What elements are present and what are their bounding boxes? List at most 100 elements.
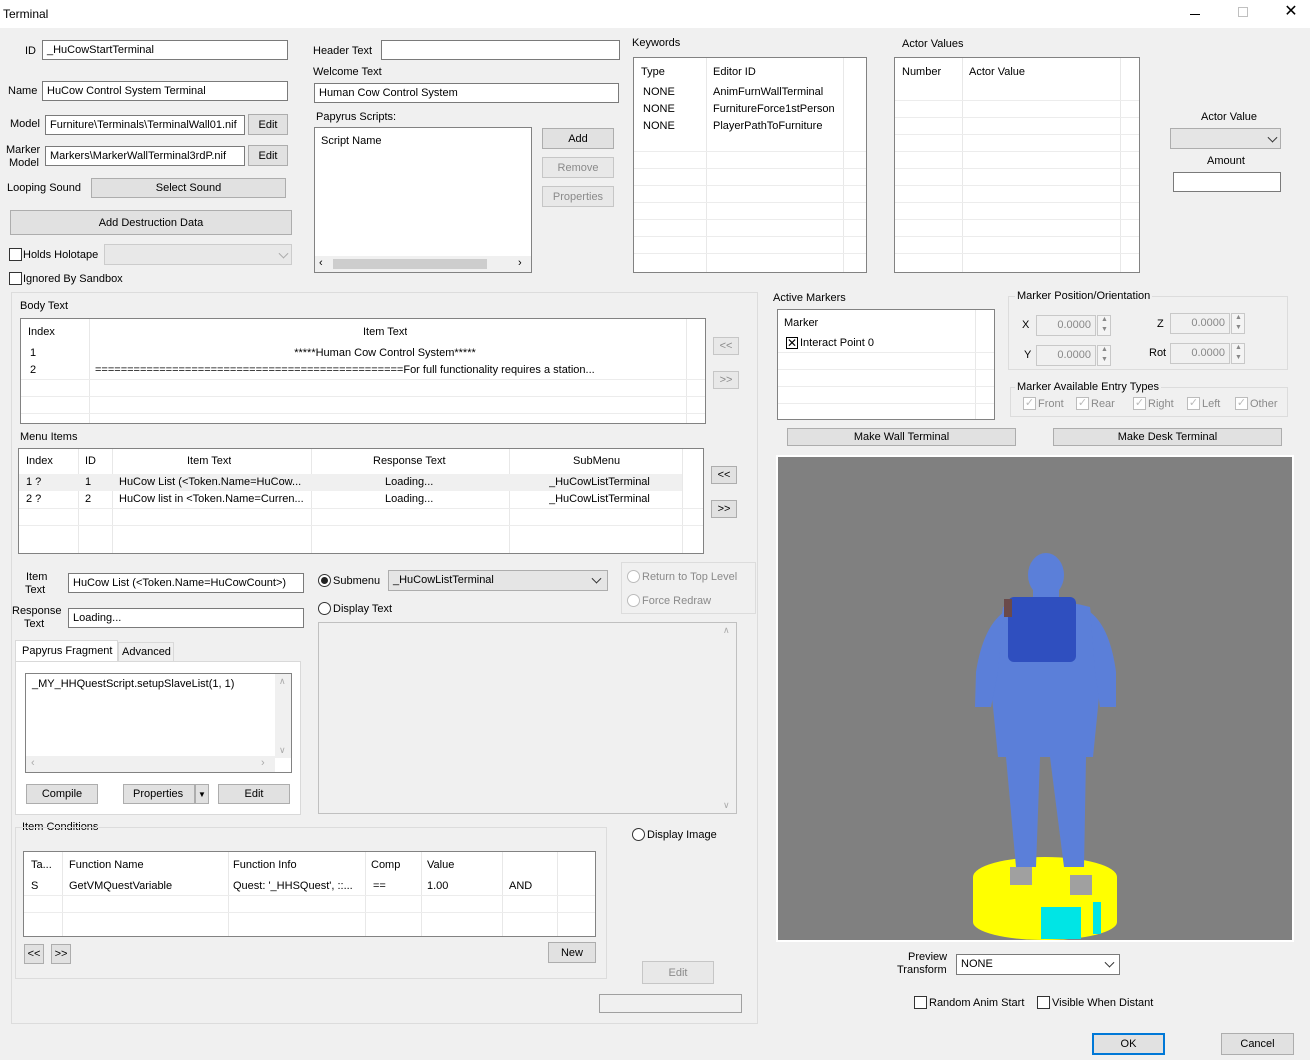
welcome-text-field[interactable]: Human Cow Control System — [314, 83, 619, 103]
visible-distant-checkbox[interactable] — [1037, 996, 1050, 1009]
actor-values-list[interactable]: Number Actor Value — [894, 57, 1140, 273]
menu-response-header: Response Text — [373, 455, 446, 467]
menu-row[interactable]: 2 ? 2 HuCow list in <Token.Name=Curren..… — [19, 491, 703, 508]
menu-move-up-button[interactable]: << — [711, 466, 737, 484]
force-redraw-radio[interactable] — [627, 594, 640, 607]
make-desk-terminal-button[interactable]: Make Desk Terminal — [1053, 428, 1282, 446]
script-properties-button[interactable]: Properties — [542, 186, 614, 207]
keyword-row[interactable]: NONE AnimFurnWallTerminal — [634, 84, 866, 101]
ignored-sandbox-checkbox[interactable] — [9, 272, 22, 285]
body-row[interactable]: 2 =======================================… — [21, 362, 705, 379]
response-text-field[interactable]: Loading... — [68, 608, 304, 628]
fragment-properties-button[interactable]: Properties — [123, 784, 195, 804]
make-wall-terminal-button[interactable]: Make Wall Terminal — [787, 428, 1016, 446]
entry-left-checkbox[interactable]: ✓ — [1187, 397, 1200, 410]
id-field[interactable]: _HuCowStartTerminal — [42, 40, 288, 60]
x-spinner[interactable]: ▲ ▼ — [1097, 315, 1111, 336]
tab-advanced[interactable]: Advanced — [118, 642, 174, 661]
x-field[interactable]: 0.0000 — [1036, 315, 1096, 336]
textarea-vscrollbar[interactable]: ∧ ∨ — [719, 623, 736, 813]
entry-rear-checkbox[interactable]: ✓ — [1076, 397, 1089, 410]
return-top-radio[interactable] — [627, 570, 640, 583]
cond-next-button[interactable]: >> — [51, 944, 71, 964]
marker-checkbox[interactable]: ✕ — [786, 337, 798, 349]
properties-dropdown-button[interactable]: ▼ — [195, 784, 209, 804]
maximize-icon[interactable] — [1238, 7, 1248, 17]
body-row[interactable]: 1 *****Human Cow Control System***** — [21, 345, 705, 362]
scroll-left-icon[interactable]: ‹ — [319, 257, 323, 269]
code-vscrollbar[interactable]: ∧ ∨ — [275, 674, 291, 758]
scroll-down-icon[interactable]: ∨ — [723, 800, 730, 811]
rot-spinner[interactable]: ▲ ▼ — [1231, 343, 1245, 364]
model-edit-button[interactable]: Edit — [248, 114, 288, 135]
submenu-radio[interactable] — [318, 574, 331, 587]
compile-button[interactable]: Compile — [26, 784, 98, 804]
select-sound-button[interactable]: Select Sound — [91, 178, 286, 198]
cancel-button[interactable]: Cancel — [1221, 1033, 1294, 1055]
keyword-row[interactable]: NONE FurnitureForce1stPerson — [634, 101, 866, 118]
entry-right-checkbox[interactable]: ✓ — [1133, 397, 1146, 410]
actor-value-select[interactable] — [1170, 128, 1281, 149]
menu-items-list[interactable]: Index ID Item Text Response Text SubMenu… — [18, 448, 704, 554]
random-anim-checkbox[interactable] — [914, 996, 927, 1009]
preview-transform-select[interactable]: NONE — [956, 954, 1120, 975]
marker-row[interactable]: ✕ Interact Point 0 — [778, 335, 994, 352]
name-field[interactable]: HuCow Control System Terminal — [42, 81, 288, 101]
entry-other-checkbox[interactable]: ✓ — [1235, 397, 1248, 410]
scroll-up-icon[interactable]: ∧ — [279, 676, 286, 687]
minimize-icon[interactable] — [1188, 7, 1202, 21]
scroll-right-icon[interactable]: › — [261, 757, 265, 769]
body-move-up-button[interactable]: << — [713, 337, 739, 355]
item-text-field[interactable]: HuCow List (<Token.Name=HuCowCount>) — [68, 573, 304, 593]
marker-model-field[interactable]: Markers\MarkerWallTerminal3rdP.nif — [45, 146, 245, 166]
image-path-field[interactable] — [599, 994, 742, 1013]
z-spinner[interactable]: ▲ ▼ — [1231, 313, 1245, 334]
scroll-right-icon[interactable]: › — [518, 257, 522, 269]
fragment-code-editor[interactable]: _MY_HHQuestScript.setupSlaveList(1, 1) ∧… — [25, 673, 292, 773]
display-text-area[interactable]: ∧ ∨ — [318, 622, 737, 814]
preview-viewport[interactable] — [776, 455, 1294, 942]
model-field[interactable]: Furniture\Terminals\TerminalWall01.nif — [45, 115, 245, 135]
scripts-list[interactable]: Script Name ‹ › — [314, 127, 532, 273]
remove-script-button[interactable]: Remove — [542, 157, 614, 178]
body-text-list[interactable]: Index Item Text 1 *****Human Cow Control … — [20, 318, 706, 424]
entry-front-checkbox[interactable]: ✓ — [1023, 397, 1036, 410]
submenu-select[interactable]: _HuCowListTerminal — [388, 570, 608, 591]
keyword-row[interactable]: NONE PlayerPathToFurniture — [634, 118, 866, 135]
y-spinner[interactable]: ▲ ▼ — [1097, 345, 1111, 366]
menu-move-down-button[interactable]: >> — [711, 500, 737, 518]
display-text-radio[interactable] — [318, 602, 331, 615]
body-text-label: Body Text — [20, 300, 69, 312]
cond-prev-button[interactable]: << — [24, 944, 44, 964]
cond-new-button[interactable]: New — [548, 942, 596, 963]
scroll-down-icon[interactable]: ∨ — [279, 745, 286, 756]
tab-papyrus-fragment[interactable]: Papyrus Fragment — [15, 640, 118, 662]
keywords-list[interactable]: Type Editor ID NONE AnimFurnWallTerminal … — [633, 57, 867, 273]
amount-field[interactable] — [1173, 172, 1281, 192]
code-hscrollbar[interactable]: ‹ › — [26, 756, 275, 772]
active-markers-list[interactable]: Marker ✕ Interact Point 0 — [777, 309, 995, 420]
scroll-up-icon[interactable]: ∧ — [723, 625, 730, 636]
condition-row[interactable]: S GetVMQuestVariable Quest: '_HHSQuest',… — [24, 878, 595, 895]
z-field[interactable]: 0.0000 — [1170, 313, 1230, 334]
add-script-button[interactable]: Add — [542, 128, 614, 149]
close-icon[interactable]: ✕ — [1284, 4, 1298, 20]
body-move-down-button[interactable]: >> — [713, 371, 739, 389]
conditions-list[interactable]: Ta... Function Name Function Info Comp V… — [23, 851, 596, 937]
menu-row-selected[interactable]: 1 ? 1 HuCow List (<Token.Name=HuCow... L… — [19, 474, 682, 491]
ok-button[interactable]: OK — [1092, 1033, 1165, 1055]
marker-model-edit-button[interactable]: Edit — [248, 145, 288, 166]
fragment-edit-button[interactable]: Edit — [218, 784, 290, 804]
holds-holotape-checkbox[interactable] — [9, 248, 22, 261]
image-edit-button[interactable]: Edit — [642, 961, 714, 984]
rot-field[interactable]: 0.0000 — [1170, 343, 1230, 364]
scroll-left-icon[interactable]: ‹ — [31, 757, 35, 769]
menu-items-label: Menu Items — [20, 431, 78, 443]
scripts-hscrollbar[interactable]: ‹ › — [315, 256, 531, 272]
preview-transform-label: Preview — [908, 951, 948, 963]
scroll-thumb[interactable] — [333, 259, 487, 269]
display-image-radio[interactable] — [632, 828, 645, 841]
header-text-field[interactable] — [381, 40, 620, 60]
y-field[interactable]: 0.0000 — [1036, 345, 1096, 366]
add-destruction-button[interactable]: Add Destruction Data — [10, 210, 292, 235]
